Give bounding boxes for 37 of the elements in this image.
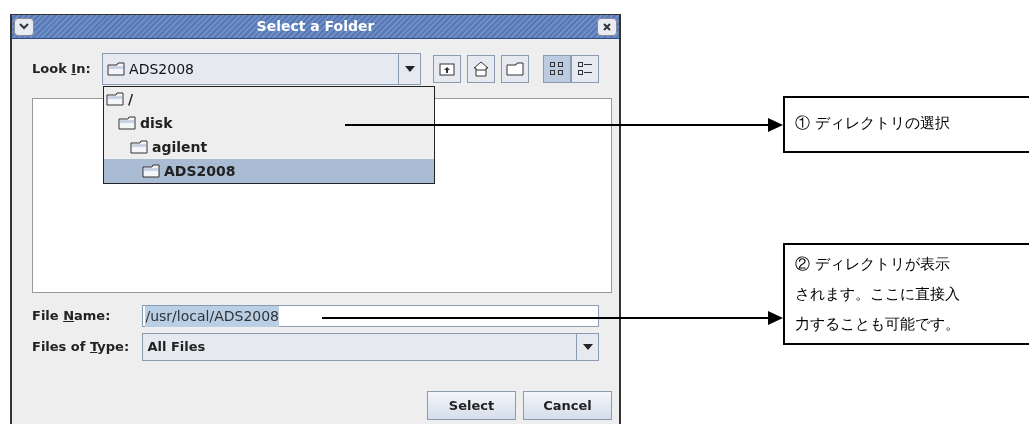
callout-text: ② ディレクトリが表示 されます。ここに直接入 力することも可能です。 [795,254,961,335]
toolbar-button[interactable] [571,55,599,83]
field-value: /usr/local/ADS2008 [145,305,279,327]
callout-text: ① ディレクトリの選択 [795,113,951,134]
toolbar-button[interactable] [467,55,495,83]
dropdown-arrow-icon [582,344,593,350]
window-title: Select a Folder [255,17,376,36]
details-view-icon [577,61,593,77]
folder-icon [130,140,148,154]
window-menu-button[interactable] [14,17,34,36]
folder-icon [107,62,126,76]
dropdown-item[interactable]: disk [104,111,434,135]
look-in-combo[interactable]: ADS2008 [102,53,421,85]
folder-icon [142,164,160,178]
file-type-combo[interactable]: All Files [142,333,599,361]
dropdown-arrow-icon [404,66,415,72]
field-label: File Name: [32,307,112,326]
field-label: Files of Type: [32,338,131,357]
dropdown-item[interactable]: / [104,87,434,111]
home-icon [473,61,489,77]
folder-up-icon [439,62,455,76]
combo-value: All Files [146,338,207,357]
combo-value: ADS2008 [129,59,194,79]
dropdown-item[interactable]: ADS2008 [104,159,434,183]
close-button[interactable] [597,17,617,36]
folder-icon [106,92,124,106]
list-view-icon [549,61,565,77]
dialog-button[interactable]: Select [427,391,516,420]
close-icon [603,22,611,31]
toolbar-button[interactable] [543,55,571,83]
folder-icon [506,62,524,76]
file-name-field[interactable]: /usr/local/ADS2008 [142,305,599,327]
chevron-down-icon [19,23,29,30]
dialog-button[interactable]: Cancel [523,391,612,420]
dropdown-item[interactable]: agilent [104,135,434,159]
field-label: Look In: [32,60,92,79]
folder-icon [118,116,136,130]
